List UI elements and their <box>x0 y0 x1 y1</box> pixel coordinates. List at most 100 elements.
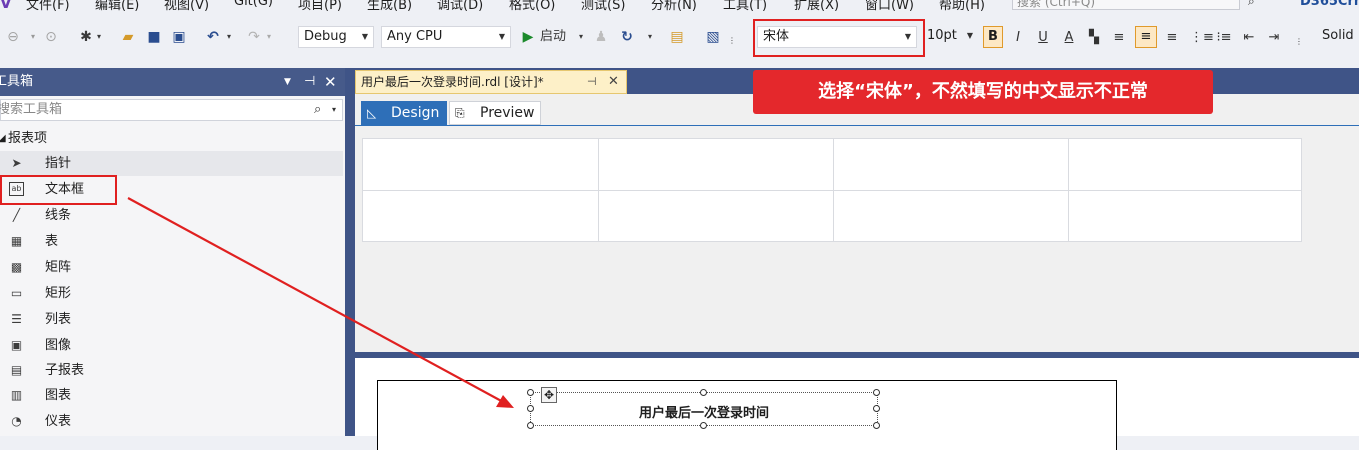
bulleted-list-icon[interactable]: ⁝≡ <box>1215 28 1233 48</box>
resize-handle[interactable] <box>527 405 534 412</box>
search-icon[interactable]: ⌕ <box>1248 0 1255 9</box>
menu-extensions[interactable]: 扩展(X) <box>794 0 839 12</box>
menu-file[interactable]: 文件(F) <box>26 0 70 12</box>
toolbox-item-label: 矩阵 <box>45 260 72 275</box>
attach-icon[interactable]: ♟ <box>594 28 608 46</box>
line-icon: ╱ <box>12 208 21 222</box>
pin-icon[interactable]: ⊣ <box>304 68 315 96</box>
preview-icon: ⎘ <box>455 106 465 120</box>
tab-preview-label: Preview <box>480 105 535 121</box>
resize-handle[interactable] <box>527 422 534 429</box>
resize-handle[interactable] <box>527 389 534 396</box>
start-icon[interactable]: ▶ <box>521 28 535 46</box>
chevron-down-icon: ▼ <box>361 32 368 41</box>
align-right-icon[interactable]: ≡ <box>1163 28 1181 48</box>
toolbox-item-image[interactable]: ▣ 图像 <box>0 333 343 358</box>
save-all-icon[interactable]: ▣ <box>170 28 188 46</box>
textbox-content[interactable]: 用户最后一次登录时间 <box>530 402 878 421</box>
bold-button[interactable]: B <box>983 26 1003 48</box>
font-color-button[interactable]: A <box>1060 28 1078 48</box>
menu-debug[interactable]: 调试(D) <box>437 0 483 12</box>
document-tab[interactable]: 用户最后一次登录时间.rdl [设计]* ⊣ ✕ <box>355 70 627 94</box>
redo-icon[interactable]: ↷ <box>246 28 262 46</box>
refresh-icon[interactable]: ↻ <box>619 28 635 46</box>
new-project-icon[interactable]: ✱ <box>78 28 94 46</box>
visual-studio-logo: V <box>0 0 12 12</box>
refresh-dropdown-icon[interactable]: ▾ <box>645 28 655 46</box>
start-button-label[interactable]: 启动 <box>540 28 566 46</box>
background-color-icon[interactable]: ▚ <box>1085 28 1103 48</box>
undo-dropdown-icon[interactable]: ▾ <box>224 28 234 46</box>
search-options-icon[interactable]: ▾ <box>332 100 336 120</box>
toolbox-item-rectangle[interactable]: ▭ 矩形 <box>0 281 343 306</box>
resize-handle[interactable] <box>700 389 707 396</box>
toolbox-item-subreport[interactable]: ▤ 子报表 <box>0 358 343 383</box>
window-position-icon[interactable]: ▼ <box>284 68 291 96</box>
redo-dropdown-icon[interactable]: ▾ <box>264 28 274 46</box>
resize-handle[interactable] <box>873 405 880 412</box>
menu-format[interactable]: 格式(O) <box>509 0 555 12</box>
resize-handle[interactable] <box>873 389 880 396</box>
toolbox-item-table[interactable]: ▦ 表 <box>0 229 343 254</box>
save-icon[interactable]: ■ <box>146 28 162 46</box>
menu-analyze[interactable]: 分析(N) <box>651 0 697 12</box>
menu-edit[interactable]: 编辑(E) <box>95 0 139 12</box>
toolbar-overflow-icon[interactable]: ⋮ <box>1290 32 1308 52</box>
back-icon[interactable]: ⊖ <box>6 28 20 46</box>
menu-tools[interactable]: 工具(T) <box>723 0 767 12</box>
chart-icon: ▥ <box>10 388 23 402</box>
toolbox-item-chart[interactable]: ▥ 图表 <box>0 383 343 408</box>
decrease-indent-icon[interactable]: ⇤ <box>1240 28 1258 48</box>
close-icon[interactable]: ✕ <box>324 68 337 96</box>
close-icon[interactable]: ✕ <box>608 71 619 93</box>
numbered-list-icon[interactable]: ⋮≡ <box>1190 28 1214 48</box>
menu-git[interactable]: Git(G) <box>234 0 273 9</box>
menu-build[interactable]: 生成(B) <box>367 0 412 12</box>
font-size-dropdown[interactable]: 10pt ▼ <box>924 26 974 48</box>
open-folder-icon[interactable]: ▰ <box>119 28 137 46</box>
border-style-dropdown[interactable]: Solid <box>1317 26 1359 48</box>
tab-preview[interactable]: ⎘ Preview <box>449 101 541 125</box>
matrix-icon: ▩ <box>10 260 23 274</box>
resize-handle[interactable] <box>873 422 880 429</box>
browse-icon[interactable]: ▤ <box>668 28 686 46</box>
menu-test[interactable]: 测试(S) <box>581 0 625 12</box>
start-dropdown-icon[interactable]: ▾ <box>576 28 586 46</box>
menu-window[interactable]: 窗口(W) <box>865 0 914 12</box>
image-icon: ▣ <box>10 338 23 352</box>
toolbox-item-list[interactable]: ☰ 列表 <box>0 307 343 332</box>
menu-view[interactable]: 视图(V) <box>164 0 209 12</box>
resize-handle[interactable] <box>700 422 707 429</box>
undo-icon[interactable]: ↶ <box>205 28 221 46</box>
font-highlight-box <box>753 19 925 57</box>
menu-project[interactable]: 项目(P) <box>298 0 342 12</box>
back-dropdown-icon[interactable]: ▾ <box>28 28 38 46</box>
solution-platform-dropdown[interactable]: Any CPU ▼ <box>381 26 511 48</box>
toolbox-item-gauge[interactable]: ◔ 仪表 <box>0 409 343 434</box>
pin-icon[interactable]: ⊣ <box>587 71 597 93</box>
design-grid[interactable] <box>362 138 1302 242</box>
toolbox-search-input[interactable]: 搜索工具箱 ⌕ ▾ <box>0 99 343 121</box>
toolbox-item-line[interactable]: ╱ 线条 <box>0 203 343 228</box>
align-center-icon[interactable]: ≡ <box>1135 26 1157 48</box>
toolbox-item-pointer[interactable]: ➤ 指针 <box>0 151 343 176</box>
toolbox-section-header[interactable]: ◢ 报表项 <box>0 126 343 151</box>
forward-icon[interactable]: ⊙ <box>44 28 58 46</box>
align-left-icon[interactable]: ≡ <box>1110 28 1128 48</box>
move-handle-icon[interactable]: ✥ <box>541 387 557 403</box>
tab-design[interactable]: ◺ Design <box>361 101 447 125</box>
collapse-icon[interactable]: ◢ <box>0 126 6 151</box>
increase-indent-icon[interactable]: ⇥ <box>1265 28 1283 48</box>
italic-button[interactable]: I <box>1009 28 1027 48</box>
textbox-highlight-box <box>0 175 117 205</box>
underline-button[interactable]: U <box>1034 28 1052 48</box>
search-input[interactable]: 搜索 (Ctrl+Q) <box>1012 0 1240 10</box>
panel-splitter[interactable] <box>345 68 355 436</box>
new-dropdown-icon[interactable]: ▾ <box>94 28 104 46</box>
solution-configuration-dropdown[interactable]: Debug ▼ <box>298 26 374 48</box>
menu-help[interactable]: 帮助(H) <box>939 0 985 12</box>
search-icon[interactable]: ⌕ <box>314 100 321 120</box>
toolbox-item-matrix[interactable]: ▩ 矩阵 <box>0 255 343 280</box>
background-image-icon[interactable]: ▧ <box>705 28 721 46</box>
toolbar-overflow-icon[interactable]: ⋮ <box>728 32 736 50</box>
